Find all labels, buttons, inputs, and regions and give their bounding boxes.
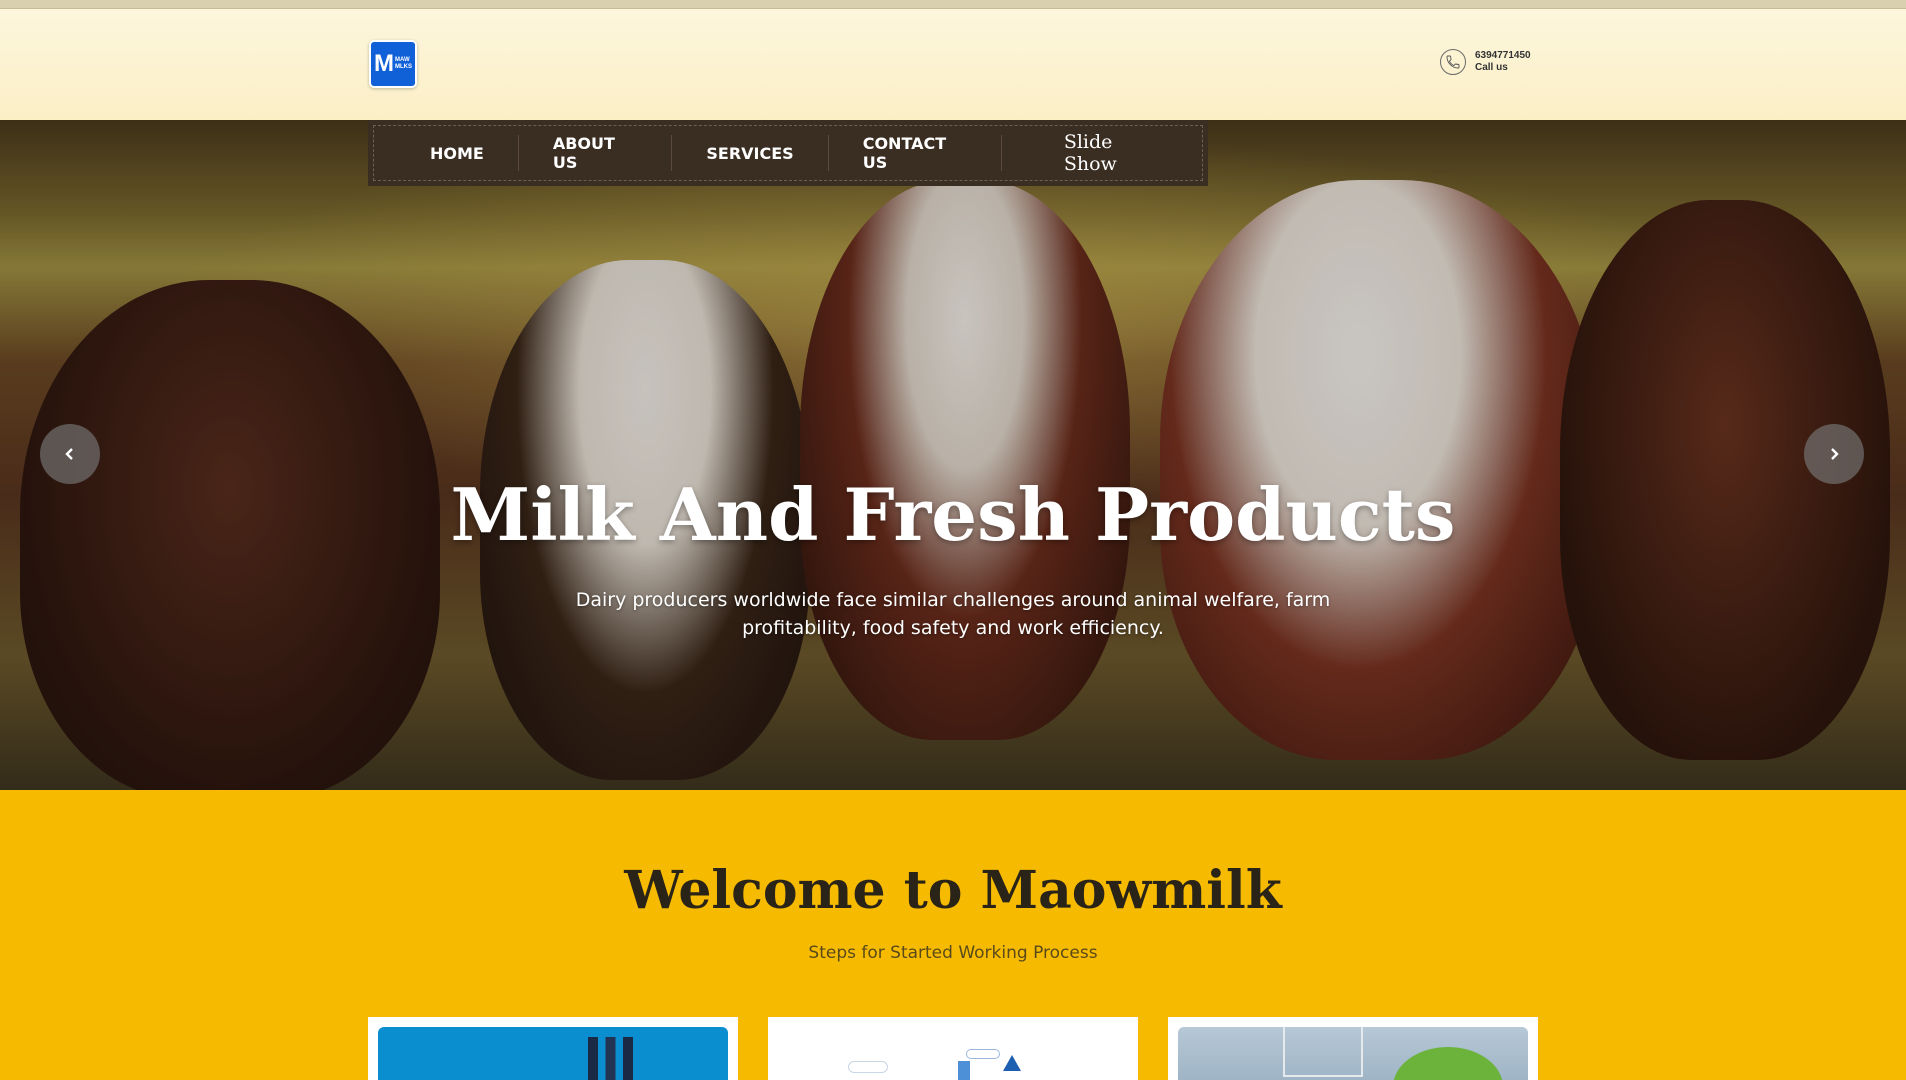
step-card-image <box>1178 1027 1528 1080</box>
welcome-subtitle: Steps for Started Working Process <box>808 943 1098 963</box>
step-card[interactable] <box>768 1017 1138 1080</box>
step-card[interactable] <box>1168 1017 1538 1080</box>
drop-illustration <box>1003 1055 1021 1071</box>
site-logo[interactable]: M MAW MLKS <box>369 40 417 88</box>
top-stripe <box>0 0 1906 9</box>
nav-home[interactable]: HOME <box>374 135 519 171</box>
call-label: Call us <box>1475 62 1508 73</box>
contact-text: 6394771450 Call us <box>1475 50 1531 74</box>
logo-mark: M MAW MLKS <box>371 42 415 86</box>
people-illustration <box>588 1037 638 1080</box>
welcome-title: Welcome to Maowmilk <box>624 860 1282 921</box>
step-card-image <box>778 1027 1128 1080</box>
nav-services[interactable]: SERVICES <box>672 135 829 171</box>
phone-icon <box>1440 49 1466 75</box>
nav-about-us[interactable]: ABOUT US <box>519 134 673 172</box>
nav-contact-us[interactable]: CONTACT US <box>829 134 1002 172</box>
cloud-illustration <box>848 1061 888 1073</box>
logo-word-bottom: MLKS <box>395 64 412 70</box>
step-card-image <box>378 1027 728 1080</box>
chevron-right-icon <box>1831 448 1839 460</box>
header-contact[interactable]: 6394771450 Call us <box>1440 49 1531 75</box>
nav-slideshow[interactable]: Slide Show <box>1002 131 1202 175</box>
nav-bar: HOME ABOUT US SERVICES CONTACT US Slide … <box>373 125 1203 181</box>
hero-title: Milk And Fresh Products <box>450 472 1456 557</box>
silo-illustration <box>1283 1027 1363 1077</box>
site-header: M MAW MLKS 6394771450 Call us <box>0 9 1906 120</box>
main-nav: HOME ABOUT US SERVICES CONTACT US Slide … <box>368 120 1208 186</box>
dome-illustration <box>1393 1047 1503 1080</box>
hero-slider: HOME ABOUT US SERVICES CONTACT US Slide … <box>0 120 1906 790</box>
logo-word-top: MAW <box>395 57 410 64</box>
phone-number: 6394771450 <box>1475 50 1531 61</box>
cloud-illustration <box>966 1049 1000 1059</box>
tower-illustration <box>958 1061 970 1080</box>
hero-overlay <box>0 120 1906 790</box>
chevron-left-icon <box>65 448 73 460</box>
logo-letter: M <box>374 50 394 77</box>
logo-wordmark: MAW MLKS <box>395 57 412 70</box>
step-card[interactable] <box>368 1017 738 1080</box>
hero-subtitle: Dairy producers worldwide face similar c… <box>575 589 1331 639</box>
